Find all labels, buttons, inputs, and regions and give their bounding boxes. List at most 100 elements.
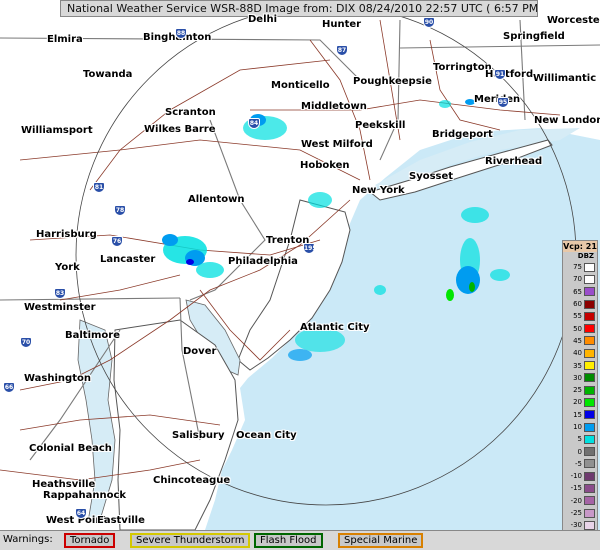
legend-swatch bbox=[584, 262, 595, 272]
legend-row: -10 bbox=[563, 470, 597, 482]
legend-row: 75 bbox=[563, 261, 597, 273]
warnings-bar: Warnings: Tornado Severe Thunderstorm Fl… bbox=[0, 530, 600, 550]
warning-flash-flood-button[interactable]: Flash Flood bbox=[254, 533, 323, 548]
city-label: Wilkes Barre bbox=[144, 124, 216, 135]
legend-value: 50 bbox=[573, 324, 582, 333]
city-label: Hartford bbox=[485, 69, 534, 80]
city-label: Atlantic City bbox=[300, 322, 370, 333]
radar-view: National Weather Service WSR-88D Image f… bbox=[0, 0, 600, 550]
city-label: Williamsport bbox=[21, 125, 93, 136]
legend-swatch bbox=[584, 361, 595, 371]
legend-swatch bbox=[584, 459, 595, 469]
warnings-label: Warnings: bbox=[3, 534, 53, 545]
city-label: Heathsville bbox=[32, 479, 96, 490]
legend-value: -30 bbox=[570, 521, 582, 530]
city-label: Lancaster bbox=[100, 254, 156, 265]
city-label: Poughkeepsie bbox=[353, 76, 432, 87]
legend-swatch bbox=[584, 373, 595, 383]
city-label: Torrington bbox=[433, 62, 492, 73]
city-label: Towanda bbox=[83, 69, 133, 80]
city-label: New York bbox=[352, 185, 405, 196]
legend-value: 65 bbox=[573, 287, 582, 296]
city-label: York bbox=[55, 262, 80, 273]
image-title: National Weather Service WSR-88D Image f… bbox=[60, 0, 538, 17]
legend-row: 35 bbox=[563, 359, 597, 371]
legend-swatch bbox=[584, 410, 595, 420]
reflectivity-legend: Vcp: 21 DBZ 75 70 65 60 55 50 45 40 35 30 25 20 15 10… bbox=[562, 240, 598, 544]
legend-row: -20 bbox=[563, 495, 597, 507]
legend-row: -15 bbox=[563, 482, 597, 494]
legend-swatch bbox=[584, 483, 595, 493]
legend-value: 45 bbox=[573, 336, 582, 345]
legend-value: 30 bbox=[573, 373, 582, 382]
legend-value: 15 bbox=[573, 410, 582, 419]
city-label: Hunter bbox=[322, 19, 362, 30]
legend-row: 40 bbox=[563, 347, 597, 359]
legend-swatch bbox=[584, 324, 595, 334]
legend-value: 25 bbox=[573, 386, 582, 395]
legend-value: -15 bbox=[570, 484, 582, 493]
legend-value: -25 bbox=[570, 509, 582, 518]
city-label: Monticello bbox=[271, 80, 330, 91]
legend-value: -20 bbox=[570, 496, 582, 505]
city-label: Eastville bbox=[97, 515, 145, 526]
legend-swatch bbox=[584, 434, 595, 444]
legend-vcp: Vcp: 21 bbox=[563, 241, 597, 252]
legend-swatch bbox=[584, 336, 595, 346]
city-label: Rappahannock bbox=[43, 490, 127, 501]
city-label: Baltimore bbox=[65, 330, 121, 341]
interstate-shield-icon: 195 bbox=[303, 243, 317, 254]
city-label: Hoboken bbox=[300, 160, 350, 171]
city-label: Worcester bbox=[547, 15, 600, 26]
city-label: Elmira bbox=[47, 34, 83, 45]
warning-special-marine-button[interactable]: Special Marine bbox=[338, 533, 424, 548]
legend-swatch bbox=[584, 397, 595, 407]
city-label: New London bbox=[534, 115, 600, 126]
legend-row: 50 bbox=[563, 322, 597, 334]
city-label: Allentown bbox=[188, 194, 245, 205]
legend-value: 60 bbox=[573, 300, 582, 309]
legend-swatch bbox=[584, 287, 595, 297]
legend-unit: DBZ bbox=[577, 252, 594, 260]
city-label: Middletown bbox=[301, 101, 367, 112]
legend-row: 65 bbox=[563, 286, 597, 298]
legend-value: 75 bbox=[573, 263, 582, 272]
city-label: Westminster bbox=[24, 302, 96, 313]
legend-value: 10 bbox=[573, 423, 582, 431]
legend-row: -5 bbox=[563, 458, 597, 470]
legend-swatch bbox=[584, 447, 595, 457]
legend-row: 20 bbox=[563, 396, 597, 408]
warning-severe-thunderstorm-button[interactable]: Severe Thunderstorm bbox=[130, 533, 251, 548]
legend-row: 45 bbox=[563, 335, 597, 347]
legend-swatch bbox=[584, 385, 595, 395]
city-label: Dover bbox=[183, 346, 217, 357]
city-label: Chincoteague bbox=[153, 475, 231, 486]
city-label: Scranton bbox=[165, 107, 216, 118]
legend-value: 40 bbox=[573, 349, 582, 358]
city-label: Washington bbox=[24, 373, 91, 384]
legend-value: 20 bbox=[573, 398, 582, 407]
legend-swatch bbox=[584, 422, 595, 432]
legend-value: 70 bbox=[573, 275, 582, 284]
city-label: Philadelphia bbox=[228, 256, 298, 267]
legend-row: 60 bbox=[563, 298, 597, 310]
legend-row: 55 bbox=[563, 310, 597, 322]
legend-row: 10 bbox=[563, 421, 597, 433]
city-label: Ocean City bbox=[236, 430, 297, 441]
legend-value: 5 bbox=[577, 435, 582, 444]
city-label: Syosset bbox=[409, 171, 454, 182]
legend-value: -10 bbox=[570, 472, 582, 481]
legend-value: 35 bbox=[573, 361, 582, 370]
legend-swatch bbox=[584, 471, 595, 481]
legend-swatch bbox=[584, 274, 595, 284]
legend-row: 15 bbox=[563, 409, 597, 421]
legend-scale: 75 70 65 60 55 50 45 40 35 30 25 20 15 10 5 0 -5 -10 -15 -2… bbox=[563, 261, 597, 544]
legend-value: -5 bbox=[575, 459, 582, 468]
city-label: Bridgeport bbox=[432, 129, 493, 140]
legend-swatch bbox=[584, 520, 595, 530]
city-label: Peekskill bbox=[355, 120, 406, 131]
city-label: Colonial Beach bbox=[29, 443, 112, 454]
legend-value: 55 bbox=[573, 312, 582, 321]
city-label: Delhi bbox=[248, 14, 278, 25]
warning-tornado-button[interactable]: Tornado bbox=[64, 533, 116, 548]
